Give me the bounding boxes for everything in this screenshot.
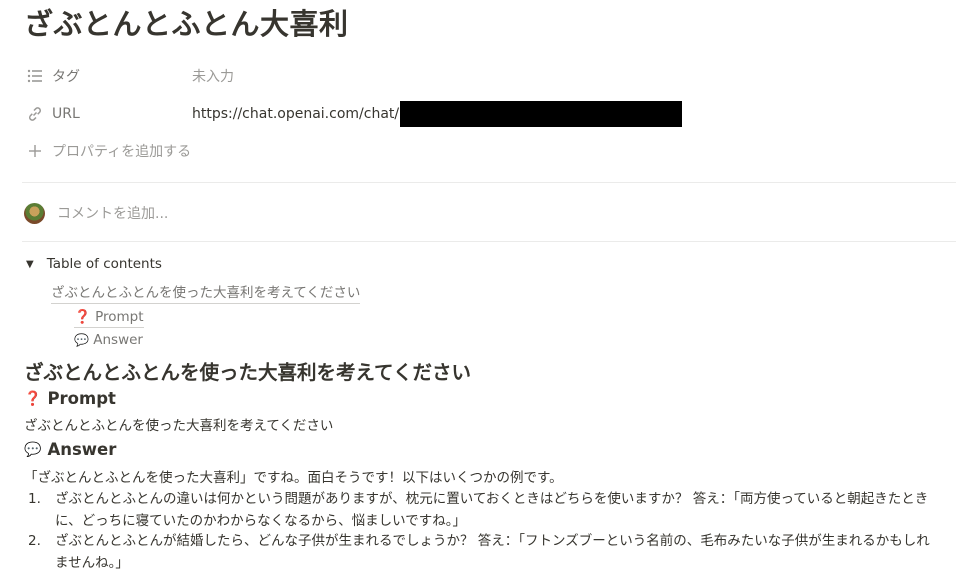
- comment-row[interactable]: コメントを追加...: [24, 200, 168, 226]
- toc-link-label: Answer: [93, 332, 143, 348]
- property-value-empty[interactable]: 未入力: [192, 66, 234, 86]
- url-text[interactable]: https://chat.openai.com/chat/: [192, 106, 399, 122]
- speech-bubble-icon: 💬: [74, 333, 89, 347]
- list-icon: [24, 65, 46, 87]
- toc-link-prompt[interactable]: ❓ Prompt: [74, 308, 144, 328]
- list-item: 1. ざぶとんとふとんの違いは何かという問題がありますが、枕元に置いておくときは…: [24, 488, 944, 532]
- toc-toggle[interactable]: ▼ Table of contents: [26, 256, 162, 272]
- toc-link-answer[interactable]: 💬 Answer: [74, 331, 143, 351]
- property-name[interactable]: タグ: [52, 66, 192, 86]
- property-name[interactable]: URL: [52, 106, 192, 122]
- prompt-title: Prompt: [47, 389, 116, 408]
- property-url[interactable]: URL https://chat.openai.com/chat/: [24, 99, 944, 129]
- toc-link-heading[interactable]: ざぶとんとふとんを使った大喜利を考えてください: [51, 284, 361, 304]
- page-title[interactable]: ざぶとんとふとん大喜利: [24, 2, 349, 46]
- triangle-down-icon[interactable]: ▼: [26, 259, 34, 270]
- question-mark-icon: ❓: [74, 309, 91, 325]
- list-item-text: ざぶとんとふとんが結婚したら、どんな子供が生まれるでしょうか？ 答え：「フトンズ…: [55, 533, 930, 571]
- toc-header-label: Table of contents: [46, 256, 162, 272]
- divider: [22, 241, 956, 242]
- prompt-heading: ❓ Prompt: [24, 389, 116, 408]
- answer-heading: 💬 Answer: [24, 440, 116, 459]
- answer-intro: 「ざぶとんとふとんを使った大喜利」ですね。面白そうです！以下はいくつかの例です。: [24, 470, 563, 486]
- speech-bubble-icon: 💬: [24, 441, 42, 458]
- list-number: 1.: [28, 491, 41, 507]
- comment-input[interactable]: コメントを追加...: [57, 203, 168, 223]
- property-value-url[interactable]: https://chat.openai.com/chat/: [192, 101, 683, 127]
- answer-title: Answer: [47, 440, 117, 459]
- list-item-text: ざぶとんとふとんの違いは何かという問題がありますが、枕元に置いておくときはどちら…: [55, 491, 929, 529]
- property-tag[interactable]: タグ 未入力: [24, 61, 944, 91]
- add-property-button[interactable]: プロパティを追加する: [24, 136, 191, 166]
- list-number: 2.: [28, 533, 41, 549]
- content-heading: ざぶとんとふとんを使った大喜利を考えてください: [24, 361, 471, 384]
- avatar: [24, 202, 45, 224]
- plus-icon: [24, 140, 46, 162]
- redaction-bar: [400, 101, 683, 127]
- toc-link-label: Prompt: [95, 309, 144, 325]
- add-property-label: プロパティを追加する: [52, 144, 192, 160]
- divider: [22, 182, 956, 183]
- link-icon: [24, 103, 46, 125]
- list-item: 2. ざぶとんとふとんが結婚したら、どんな子供が生まれるでしょうか？ 答え：「フ…: [24, 530, 944, 574]
- question-mark-icon: ❓: [24, 390, 42, 407]
- prompt-text: ざぶとんとふとんを使った大喜利を考えてください: [24, 418, 334, 434]
